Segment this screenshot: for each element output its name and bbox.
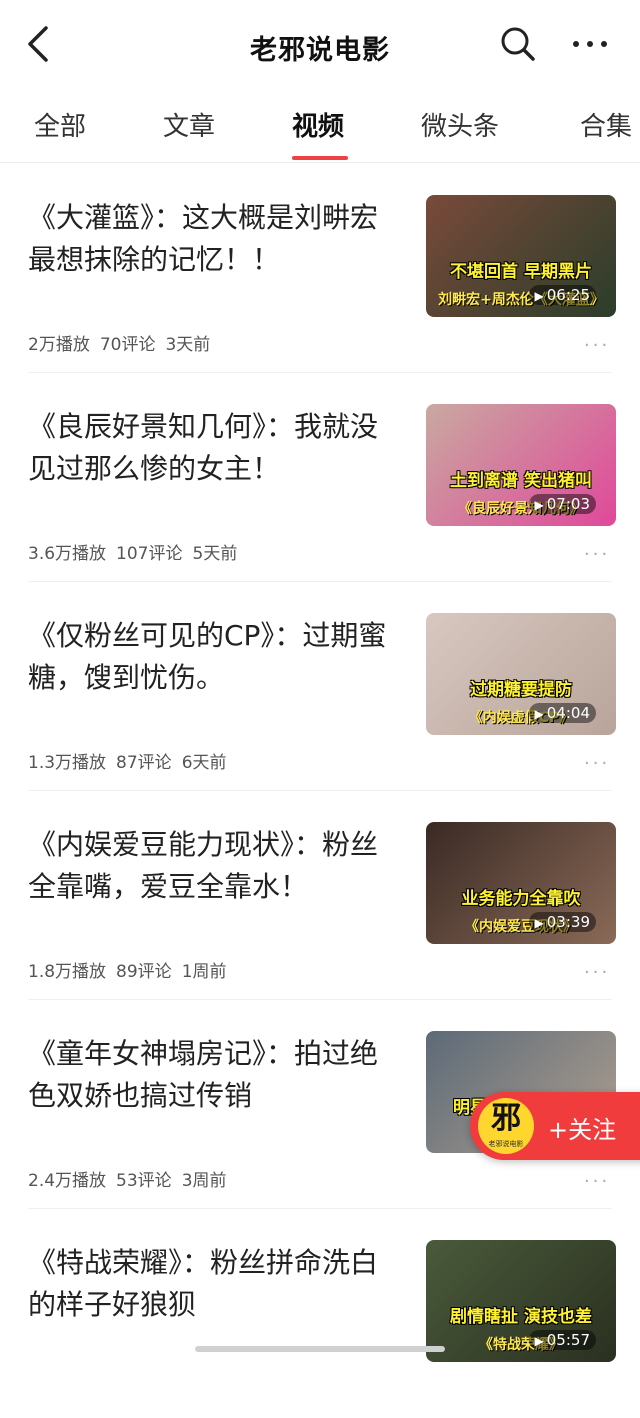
feed-item[interactable]: 《仅粉丝可见的CP》：过期蜜糖，馊到忧伤。 过期糖要提防 《内娱虚假CP》 ▶ 04:0… <box>0 583 640 791</box>
thumbnail-caption: 土到离谱 笑出猪叫 <box>450 471 592 491</box>
video-thumbnail[interactable]: 土到离谱 笑出猪叫 《良辰好景知几何》 ▶ 07:03 <box>426 404 616 526</box>
play-count: 1.3万播放 <box>28 753 107 773</box>
play-icon: ▶ <box>534 498 544 512</box>
video-thumbnail[interactable]: 业务能力全靠吹 《内娱爱豆现状》 ▶ 03:39 <box>426 822 616 944</box>
video-title[interactable]: 《内娱爱豆能力现状》：粉丝全靠嘴，爱豆全靠水！ <box>28 824 398 908</box>
play-count: 2.4万播放 <box>28 1171 107 1191</box>
follow-label: +关注 <box>548 1116 617 1144</box>
tab-collections[interactable]: 合集 <box>580 106 632 143</box>
tab-all[interactable]: 全部 <box>34 106 86 143</box>
divider <box>28 581 612 582</box>
tab-articles[interactable]: 文章 <box>163 106 215 143</box>
video-title[interactable]: 《大灌篮》：这大概是刘畊宏最想抹除的记忆！！ <box>28 197 398 281</box>
play-icon: ▶ <box>534 289 544 303</box>
divider <box>28 1208 612 1209</box>
tab-bar: 全部 文章 视频 微头条 合集 <box>0 90 640 163</box>
thumbnail-caption: 剧情瞎扯 演技也差 <box>450 1307 592 1327</box>
publish-time: 5天前 <box>192 544 238 564</box>
video-stats: 2万播放 70评论 3天前 <box>28 330 220 355</box>
app-header: 老邪说电影 <box>0 0 640 90</box>
thumbnail-caption: 不堪回首 早期黑片 <box>450 262 592 282</box>
avatar-logo-subtext: 老邪说电影 <box>488 1140 524 1148</box>
comment-count: 87评论 <box>116 753 172 773</box>
active-tab-indicator <box>292 156 348 160</box>
item-more-icon[interactable]: ··· <box>584 1171 610 1192</box>
thumbnail-caption: 业务能力全靠吹 <box>461 889 581 909</box>
duration-text: 03:39 <box>546 913 590 931</box>
video-stats: 2.4万播放 53评论 3周前 <box>28 1166 237 1191</box>
video-thumbnail[interactable]: 过期糖要提防 《内娱虚假CP》 ▶ 04:04 <box>426 613 616 735</box>
duration-text: 04:04 <box>546 704 590 722</box>
duration-text: 05:57 <box>546 1331 590 1349</box>
tab-videos[interactable]: 视频 <box>292 106 344 143</box>
feed-item[interactable]: 《内娱爱豆能力现状》：粉丝全靠嘴，爱豆全靠水！ 业务能力全靠吹 《内娱爱豆现状》 ▶ 0… <box>0 792 640 1000</box>
video-duration: ▶ 03:39 <box>528 912 596 932</box>
publish-time: 6天前 <box>181 753 227 773</box>
comment-count: 89评论 <box>116 962 172 982</box>
item-more-icon[interactable]: ··· <box>584 962 610 983</box>
page-title: 老邪说电影 <box>250 35 390 66</box>
follow-button[interactable]: 邪 老邪说电影 +关注 <box>470 1092 640 1160</box>
home-indicator <box>195 1346 445 1352</box>
item-more-icon[interactable]: ··· <box>584 753 610 774</box>
duration-text: 07:03 <box>546 495 590 513</box>
publish-time: 1周前 <box>181 962 227 982</box>
video-stats: 1.3万播放 87评论 6天前 <box>28 748 237 773</box>
divider <box>28 790 612 791</box>
item-more-icon[interactable]: ··· <box>584 335 610 356</box>
publish-time: 3周前 <box>181 1171 227 1191</box>
video-title[interactable]: 《童年女神塌房记》：拍过绝色双娇也搞过传销 <box>28 1033 398 1117</box>
feed-item[interactable]: 《大灌篮》：这大概是刘畊宏最想抹除的记忆！！ 不堪回首 早期黑片 刘畊宏+周杰伦《大… <box>0 165 640 373</box>
avatar-logo-char: 邪 <box>491 1101 521 1136</box>
video-duration: ▶ 05:57 <box>528 1330 596 1350</box>
comment-count: 107评论 <box>116 544 183 564</box>
item-more-icon[interactable]: ··· <box>584 544 610 565</box>
avatar: 邪 老邪说电影 <box>478 1098 534 1154</box>
video-duration: ▶ 06:25 <box>528 285 596 305</box>
play-icon: ▶ <box>534 916 544 930</box>
video-duration: ▶ 04:04 <box>528 703 596 723</box>
video-duration: ▶ 07:03 <box>528 494 596 514</box>
more-horizontal-icon[interactable] <box>570 30 610 58</box>
divider <box>28 372 612 373</box>
feed-item[interactable]: 《特战荣耀》：粉丝拼命洗白的样子好狼狈 剧情瞎扯 演技也差 《特战荣耀》 ▶ 05:57 <box>0 1210 640 1418</box>
video-stats: 3.6万播放 107评论 5天前 <box>28 539 247 564</box>
search-icon[interactable] <box>500 26 536 62</box>
comment-count: 53评论 <box>116 1171 172 1191</box>
divider <box>28 999 612 1000</box>
video-title[interactable]: 《特战荣耀》：粉丝拼命洗白的样子好狼狈 <box>28 1242 398 1326</box>
video-title[interactable]: 《仅粉丝可见的CP》：过期蜜糖，馊到忧伤。 <box>28 615 398 699</box>
publish-time: 3天前 <box>165 335 211 355</box>
play-count: 3.6万播放 <box>28 544 107 564</box>
play-icon: ▶ <box>534 707 544 721</box>
video-thumbnail[interactable]: 剧情瞎扯 演技也差 《特战荣耀》 ▶ 05:57 <box>426 1240 616 1362</box>
feed-item[interactable]: 《良辰好景知几何》：我就没见过那么惨的女主！ 土到离谱 笑出猪叫 《良辰好景知几何》… <box>0 374 640 582</box>
video-stats: 1.8万播放 89评论 1周前 <box>28 957 237 982</box>
play-count: 2万播放 <box>28 335 90 355</box>
duration-text: 06:25 <box>546 286 590 304</box>
comment-count: 70评论 <box>99 335 156 355</box>
play-icon: ▶ <box>534 1334 544 1348</box>
video-title[interactable]: 《良辰好景知几何》：我就没见过那么惨的女主！ <box>28 406 398 490</box>
video-thumbnail[interactable]: 不堪回首 早期黑片 刘畊宏+周杰伦《大灌篮》 ▶ 06:25 <box>426 195 616 317</box>
thumbnail-caption: 过期糖要提防 <box>470 680 572 700</box>
play-count: 1.8万播放 <box>28 962 107 982</box>
tab-micro-posts[interactable]: 微头条 <box>421 106 499 143</box>
